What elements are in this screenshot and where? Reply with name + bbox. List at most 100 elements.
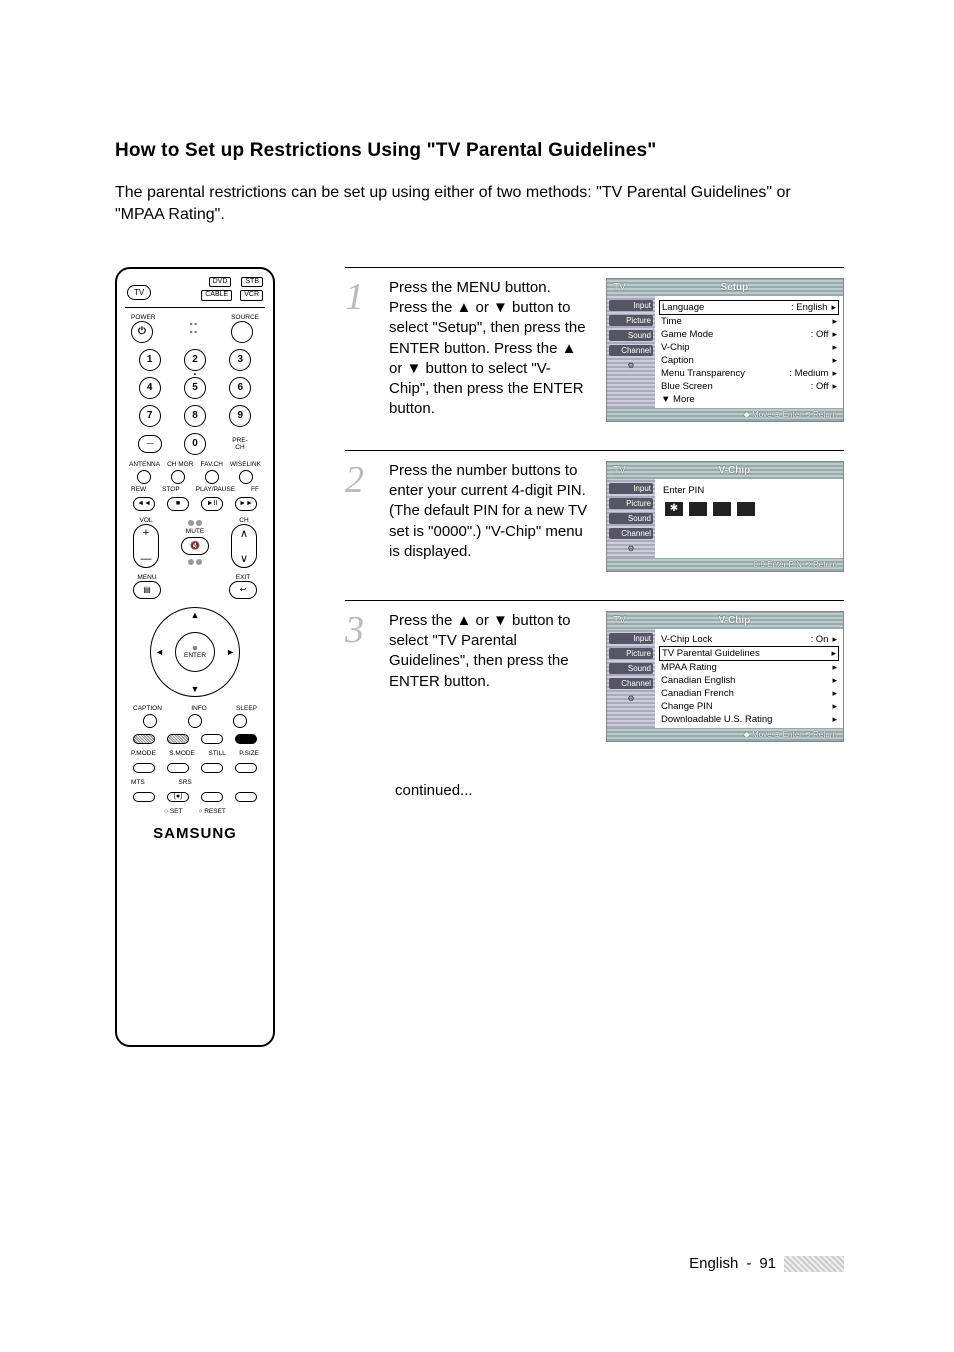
dash-button: — bbox=[138, 435, 162, 453]
psize-label: P.SIZE bbox=[239, 750, 259, 757]
stop-button: ■ bbox=[167, 497, 189, 511]
psize-button bbox=[235, 763, 257, 773]
osd-row-vchip: V-Chip▸ bbox=[659, 341, 839, 354]
wiselink-button bbox=[239, 470, 253, 484]
info-button bbox=[188, 714, 202, 728]
green-button bbox=[167, 734, 189, 744]
page-title: How to Set up Restrictions Using "TV Par… bbox=[115, 140, 844, 162]
num-0-button: 0 bbox=[184, 433, 206, 455]
caption-label: CAPTION bbox=[133, 705, 162, 712]
footer-sep: - bbox=[746, 1255, 751, 1272]
mts-label: MTS bbox=[131, 779, 145, 786]
side-input: Input bbox=[609, 633, 653, 644]
continued-text: continued... bbox=[395, 782, 844, 799]
step-2: 2 Press the number buttons to enter your… bbox=[345, 450, 844, 572]
sleep-label: SLEEP bbox=[236, 705, 257, 712]
osd-footer: 0-9 Enter PIN ⟲ Return bbox=[607, 558, 843, 571]
num-4-button: 4 bbox=[139, 377, 161, 399]
vcr-button: VCR bbox=[240, 290, 263, 300]
num-9-button: 9 bbox=[229, 405, 251, 427]
extra-button-1 bbox=[201, 792, 223, 802]
pin-digit-3 bbox=[713, 502, 731, 516]
led-icon bbox=[196, 520, 202, 526]
steps-column: 1 Press the MENU button. Press the ▲ or … bbox=[345, 267, 844, 1047]
chmgr-button bbox=[171, 470, 185, 484]
pin-digit-2 bbox=[689, 502, 707, 516]
step-text: Press the ▲ or ▼ button to select "TV Pa… bbox=[389, 611, 589, 742]
mts-button bbox=[133, 792, 155, 802]
intro-text: The parental restrictions can be set up … bbox=[115, 182, 844, 227]
side-sound: Sound bbox=[609, 663, 653, 674]
brand-logo: SAMSUNG bbox=[127, 825, 263, 842]
stb-button: STB bbox=[241, 277, 263, 287]
content-row: TV DVD STB CABLE VCR bbox=[115, 267, 844, 1047]
led-icon bbox=[188, 520, 194, 526]
side-channel: Channel bbox=[609, 528, 653, 539]
num-6-button: 6 bbox=[229, 377, 251, 399]
pin-digit-4 bbox=[737, 502, 755, 516]
source-label: SOURCE bbox=[231, 314, 259, 321]
ff-button: ►► bbox=[235, 497, 257, 511]
footer-page-number: 91 bbox=[759, 1255, 776, 1272]
osd-title: V-Chip bbox=[632, 615, 837, 626]
exit-label: EXIT bbox=[229, 574, 257, 581]
osd-row-more: ▼ More bbox=[659, 393, 839, 406]
rew-label: REW bbox=[131, 486, 146, 493]
side-setup-icon: ⚙ bbox=[609, 360, 653, 371]
reset-label: ○ RESET bbox=[198, 808, 225, 815]
ir-dots-icon: ∘∘∘∘ bbox=[189, 320, 198, 336]
step-number: 1 bbox=[345, 278, 375, 422]
remote-body: TV DVD STB CABLE VCR bbox=[115, 267, 275, 1047]
osd-row-bluescreen: Blue Screen: Off▸ bbox=[659, 380, 839, 393]
power-button: ⏻ bbox=[131, 321, 153, 343]
ch-label: CH bbox=[231, 517, 257, 524]
sleep-button bbox=[233, 714, 247, 728]
up-arrow-icon: ▲ bbox=[191, 610, 200, 620]
osd-title: Setup bbox=[632, 282, 837, 293]
osd-row-downloadable: Downloadable U.S. Rating▸ bbox=[659, 713, 839, 726]
exit-button: ↩ bbox=[229, 581, 257, 599]
caption-button bbox=[143, 714, 157, 728]
step-text: Press the number buttons to enter your c… bbox=[389, 461, 589, 572]
side-picture: Picture bbox=[609, 498, 653, 509]
step-number: 2 bbox=[345, 461, 375, 572]
still-label: STILL bbox=[208, 750, 225, 757]
channel-rocker: ∧∨ bbox=[231, 524, 257, 568]
pmode-button bbox=[133, 763, 155, 773]
still-button bbox=[201, 763, 223, 773]
blue-button bbox=[235, 734, 257, 744]
wiselink-label: WISELINK bbox=[230, 461, 261, 468]
num-7-button: 7 bbox=[139, 405, 161, 427]
osd-vchip-screenshot: TV V-Chip Input Picture Sound Channel ⚙ bbox=[606, 611, 844, 742]
osd-row-menutransparency: Menu Transparency: Medium▸ bbox=[659, 367, 839, 380]
side-input: Input bbox=[609, 300, 653, 311]
set-label: ○ SET bbox=[164, 808, 182, 815]
smode-button bbox=[167, 763, 189, 773]
remote-control-figure: TV DVD STB CABLE VCR bbox=[115, 267, 275, 1047]
step-text: Press the MENU button. Press the ▲ or ▼ … bbox=[389, 278, 589, 422]
tv-button: TV bbox=[127, 285, 151, 300]
osd-row-tvparental: TV Parental Guidelines▸ bbox=[659, 646, 839, 661]
side-picture: Picture bbox=[609, 315, 653, 326]
osd-row-vchiplock: V-Chip Lock: On▸ bbox=[659, 633, 839, 646]
side-setup-icon: ⚙ bbox=[609, 543, 653, 554]
osd-setup-screenshot: TV Setup Input Picture Sound Channel ⚙ bbox=[606, 278, 844, 422]
mute-button: 🔇 bbox=[181, 537, 209, 555]
antenna-label: ANTENNA bbox=[129, 461, 160, 468]
volume-rocker: +— bbox=[133, 524, 159, 568]
menu-label: MENU bbox=[133, 574, 161, 581]
page: How to Set up Restrictions Using "TV Par… bbox=[0, 0, 954, 1352]
navigation-pad: ▲ ▼ ◄ ► ⊕ ENTER bbox=[150, 607, 240, 697]
step-1: 1 Press the MENU button. Press the ▲ or … bbox=[345, 267, 844, 422]
osd-title: V-Chip bbox=[632, 465, 837, 476]
side-setup-icon: ⚙ bbox=[609, 693, 653, 704]
osd-row-canadian-french: Canadian French▸ bbox=[659, 687, 839, 700]
footer-decoration bbox=[784, 1256, 844, 1272]
srs-button: (●) bbox=[167, 792, 189, 802]
prech-label: PRE-CH bbox=[228, 437, 252, 451]
side-channel: Channel bbox=[609, 345, 653, 356]
osd-header-left: TV bbox=[613, 465, 626, 476]
chmgr-label: CH MGR bbox=[167, 461, 193, 468]
antenna-button bbox=[137, 470, 151, 484]
num-1-button: 1 bbox=[139, 349, 161, 371]
